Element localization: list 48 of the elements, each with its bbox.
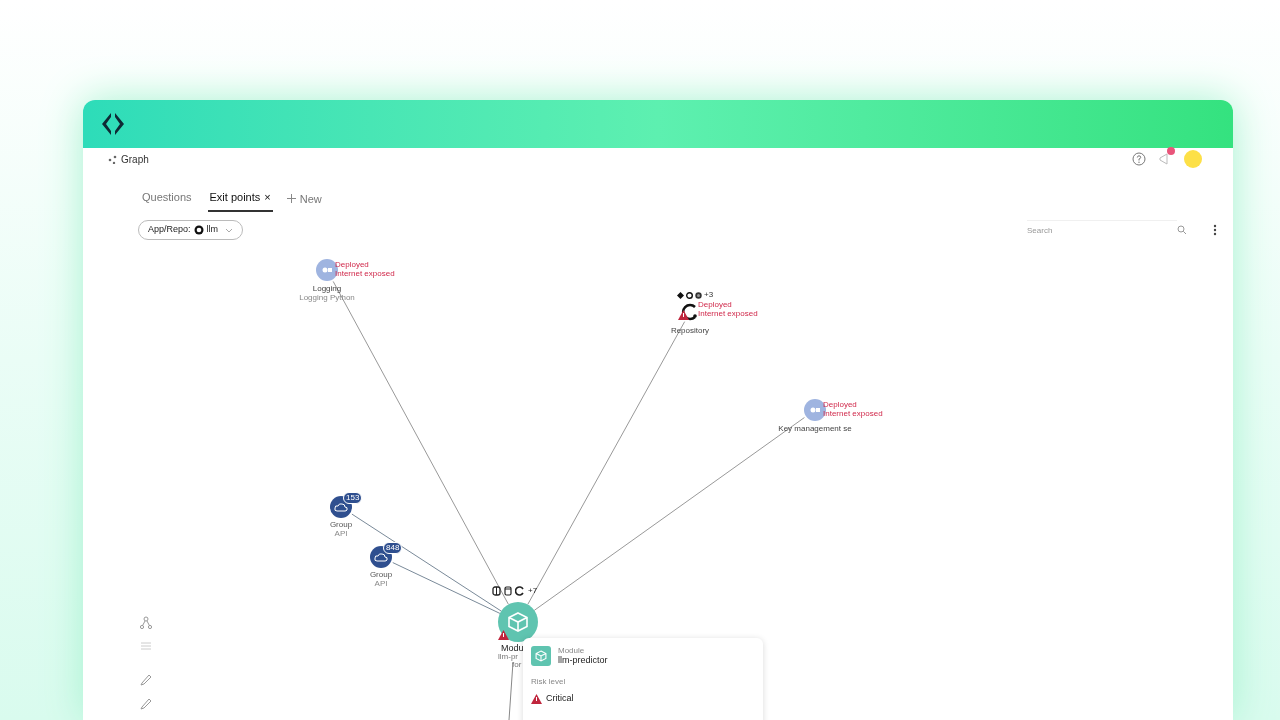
risk-level: Critical <box>546 692 574 705</box>
new-tab-button[interactable]: New <box>286 190 322 212</box>
warning-icon <box>531 693 542 704</box>
status-tag: Internet exposed <box>698 310 758 318</box>
node-sublabel: llm-pr <box>498 653 518 661</box>
node-sublabel: for <box>512 661 522 669</box>
status-tag: Internet exposed <box>823 410 883 418</box>
node-label[interactable]: Group <box>361 571 401 579</box>
cloud-icon <box>334 502 348 512</box>
chevron-down-icon <box>225 226 234 234</box>
item-type: Module <box>558 646 586 655</box>
close-tab-icon[interactable]: × <box>264 188 271 205</box>
more-options-icon[interactable] <box>1213 224 1217 236</box>
item-name: llm-predictor <box>558 655 608 666</box>
field-label: Risk level <box>531 676 567 688</box>
more-count: +3 <box>704 289 714 301</box>
search-field[interactable]: Search <box>1027 220 1177 240</box>
plus-icon <box>286 194 296 204</box>
circle-icon <box>686 291 693 299</box>
node-sublabel: API <box>373 580 389 588</box>
cylinder-icon <box>504 586 512 596</box>
node-label[interactable]: Modu <box>501 644 524 653</box>
diamond-icon <box>677 291 684 299</box>
pencil-icon[interactable] <box>140 696 152 710</box>
node-label[interactable]: Key management se <box>770 425 860 433</box>
node-sublabel: Logging Python <box>298 294 356 302</box>
module-icon <box>531 646 551 666</box>
cloud-icon <box>374 552 388 562</box>
breadcrumb[interactable]: Graph <box>121 151 149 167</box>
node-label[interactable]: Logging <box>282 285 372 293</box>
status-tag: Internet exposed <box>335 270 395 278</box>
status-tag: Deployed <box>698 301 732 309</box>
tab[interactable]: Questions <box>140 188 194 212</box>
logo-icon[interactable] <box>101 112 125 136</box>
graph-tool-icon[interactable] <box>140 616 152 630</box>
tab[interactable]: Exit points × <box>207 188 273 212</box>
node-label[interactable]: Repository <box>645 327 735 335</box>
search-icon <box>1177 225 1187 235</box>
node-label[interactable]: Group <box>321 521 361 529</box>
more-count: +7 <box>528 585 538 597</box>
node-sublabel: API <box>333 530 349 538</box>
repository-icon[interactable] <box>681 303 699 321</box>
cube-icon <box>507 611 529 633</box>
status-tag: Deployed <box>823 401 857 409</box>
pencil-icon[interactable] <box>140 672 152 686</box>
help-icon[interactable] <box>1132 152 1146 166</box>
status-tag: Deployed <box>335 261 369 269</box>
graph-icon <box>108 154 117 164</box>
